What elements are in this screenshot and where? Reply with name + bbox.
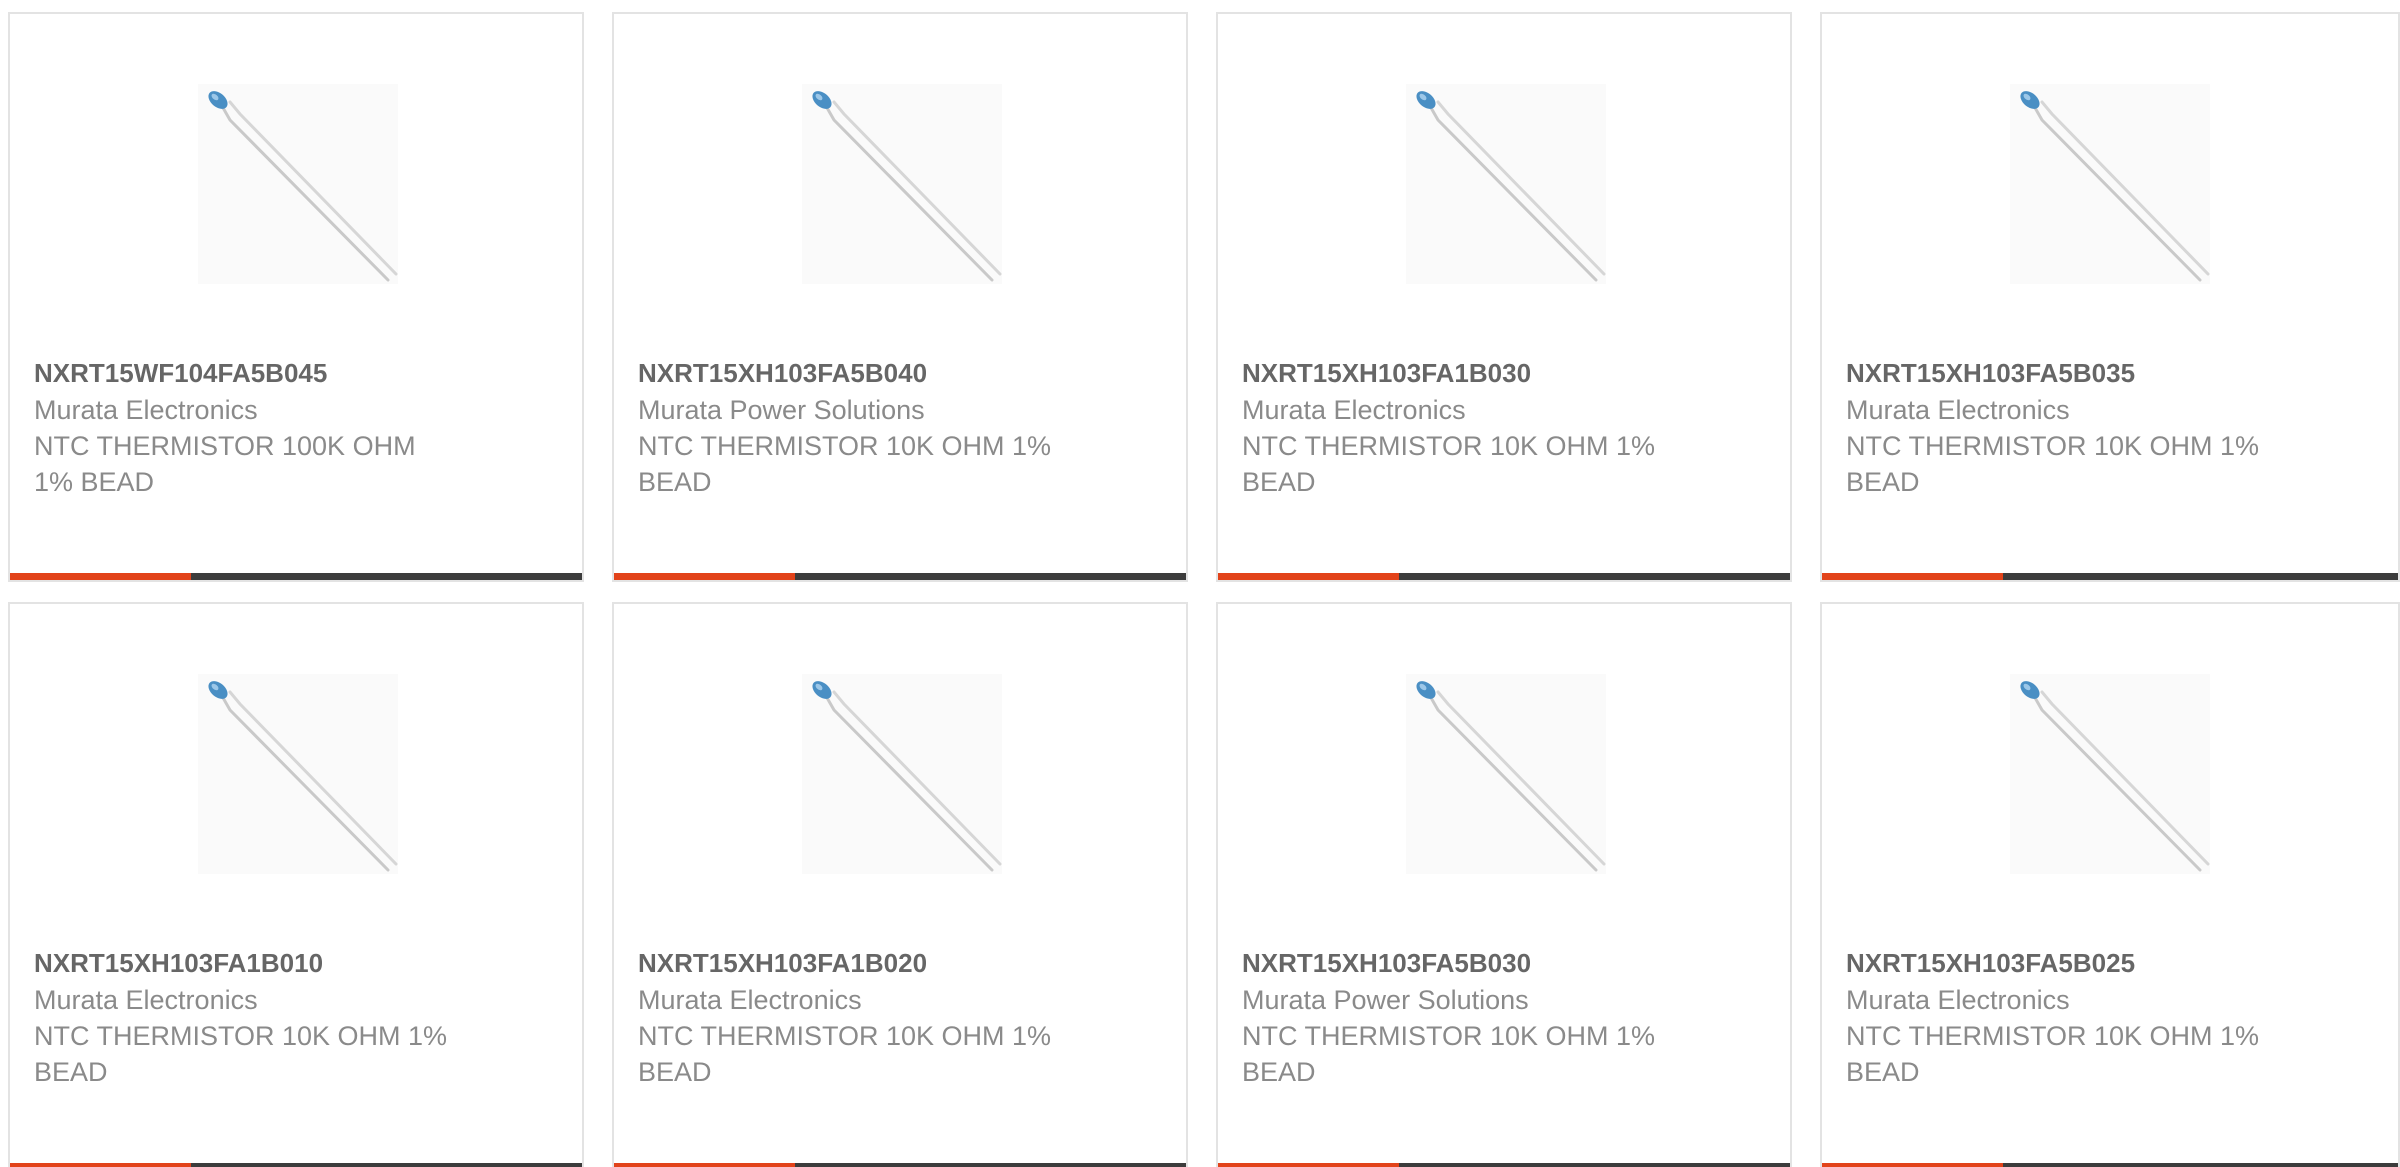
lead-wire [228, 100, 398, 276]
product-description: NTC THERMISTOR 10K OHM 1% BEAD [1846, 1021, 2260, 1087]
manufacturer-name: Murata Power Solutions [638, 395, 925, 425]
thermistor-image[interactable] [2010, 84, 2210, 284]
card-bottom-bar [614, 573, 1186, 580]
lead-wire [1436, 690, 1606, 866]
thermistor-graphic [1416, 91, 1606, 282]
product-card[interactable]: NXRT15XH103FA1B030 Murata Electronics NT… [1216, 12, 1792, 582]
thermistor-graphic [812, 681, 1002, 872]
manufacturer-name: Murata Power Solutions [1242, 985, 1529, 1015]
lead-wire [2032, 104, 2202, 282]
product-card[interactable]: NXRT15XH103FA5B035 Murata Electronics NT… [1820, 12, 2400, 582]
manufacturer-name: Murata Electronics [34, 985, 258, 1015]
product-info: NXRT15XH103FA5B035 Murata Electronics NT… [1846, 354, 2378, 500]
product-info: NXRT15XH103FA1B010 Murata Electronics NT… [34, 944, 562, 1090]
thermistor-graphic [812, 91, 1002, 282]
product-description: NTC THERMISTOR 10K OHM 1% BEAD [1846, 431, 2260, 497]
product-grid: NXRT15WF104FA5B045 Murata Electronics NT… [0, 0, 2400, 1167]
product-card[interactable]: NXRT15WF104FA5B045 Murata Electronics NT… [8, 12, 584, 582]
part-number[interactable]: NXRT15WF104FA5B045 [34, 354, 562, 392]
product-description: NTC THERMISTOR 10K OHM 1% BEAD [1242, 1021, 1656, 1087]
card-accent-bar [1218, 573, 1399, 580]
card-accent-bar [10, 573, 191, 580]
thermistor-bead [812, 91, 832, 109]
thermistor-bead [2020, 91, 2040, 109]
thermistor-bead [1416, 91, 1436, 109]
card-accent-bar [1822, 1163, 2003, 1167]
lead-wire [824, 694, 994, 872]
product-card[interactable]: NXRT15XH103FA1B020 Murata Electronics NT… [612, 602, 1188, 1167]
thermistor-graphic [2020, 681, 2210, 872]
lead-wire [2040, 690, 2210, 866]
product-info: NXRT15XH103FA5B030 Murata Power Solution… [1242, 944, 1770, 1090]
card-bottom-bar [10, 573, 582, 580]
part-number[interactable]: NXRT15XH103FA5B040 [638, 354, 1166, 392]
part-number[interactable]: NXRT15XH103FA5B025 [1846, 944, 2378, 982]
thermistor-bead [1416, 681, 1436, 699]
card-accent-bar [614, 573, 795, 580]
thermistor-image[interactable] [198, 674, 398, 874]
product-card[interactable]: NXRT15XH103FA1B010 Murata Electronics NT… [8, 602, 584, 1167]
lead-wire [2032, 694, 2202, 872]
lead-wire [832, 690, 1002, 866]
thermistor-image[interactable] [1406, 674, 1606, 874]
thermistor-bead [812, 681, 832, 699]
card-bottom-bar [1218, 1163, 1790, 1167]
thermistor-bead [208, 681, 228, 699]
part-number[interactable]: NXRT15XH103FA1B020 [638, 944, 1166, 982]
card-accent-bar [614, 1163, 795, 1167]
lead-wire [228, 690, 398, 866]
thermistor-graphic [208, 91, 398, 282]
card-bottom-bar [1218, 573, 1790, 580]
card-accent-bar [1218, 1163, 1399, 1167]
lead-wire [1428, 104, 1598, 282]
manufacturer-name: Murata Electronics [34, 395, 258, 425]
manufacturer-name: Murata Electronics [1242, 395, 1466, 425]
thermistor-image[interactable] [1406, 84, 1606, 284]
thermistor-graphic [208, 681, 398, 872]
manufacturer-name: Murata Electronics [1846, 985, 2070, 1015]
part-number[interactable]: NXRT15XH103FA5B035 [1846, 354, 2378, 392]
lead-wire [220, 104, 390, 282]
thermistor-bead [2020, 681, 2040, 699]
thermistor-image[interactable] [2010, 674, 2210, 874]
card-bottom-bar [614, 1163, 1186, 1167]
product-description: NTC THERMISTOR 10K OHM 1% BEAD [638, 1021, 1052, 1087]
manufacturer-name: Murata Electronics [638, 985, 862, 1015]
manufacturer-name: Murata Electronics [1846, 395, 2070, 425]
card-bottom-bar [10, 1163, 582, 1167]
card-accent-bar [10, 1163, 191, 1167]
card-accent-bar [1822, 573, 2003, 580]
thermistor-graphic [2020, 91, 2210, 282]
thermistor-graphic [1416, 681, 1606, 872]
part-number[interactable]: NXRT15XH103FA5B030 [1242, 944, 1770, 982]
product-info: NXRT15XH103FA1B030 Murata Electronics NT… [1242, 354, 1770, 500]
lead-wire [832, 100, 1002, 276]
product-info: NXRT15WF104FA5B045 Murata Electronics NT… [34, 354, 562, 500]
product-description: NTC THERMISTOR 100K OHM 1% BEAD [34, 431, 416, 497]
lead-wire [2040, 100, 2210, 276]
product-card[interactable]: NXRT15XH103FA5B030 Murata Power Solution… [1216, 602, 1792, 1167]
product-description: NTC THERMISTOR 10K OHM 1% BEAD [638, 431, 1052, 497]
card-bottom-bar [1822, 573, 2398, 580]
thermistor-image[interactable] [802, 674, 1002, 874]
card-bottom-bar [1822, 1163, 2398, 1167]
lead-wire [220, 694, 390, 872]
lead-wire [824, 104, 994, 282]
product-card[interactable]: NXRT15XH103FA5B040 Murata Power Solution… [612, 12, 1188, 582]
product-info: NXRT15XH103FA5B040 Murata Power Solution… [638, 354, 1166, 500]
part-number[interactable]: NXRT15XH103FA1B010 [34, 944, 562, 982]
thermistor-image[interactable] [198, 84, 398, 284]
thermistor-bead [208, 91, 228, 109]
product-description: NTC THERMISTOR 10K OHM 1% BEAD [34, 1021, 448, 1087]
product-info: NXRT15XH103FA5B025 Murata Electronics NT… [1846, 944, 2378, 1090]
thermistor-image[interactable] [802, 84, 1002, 284]
product-description: NTC THERMISTOR 10K OHM 1% BEAD [1242, 431, 1656, 497]
part-number[interactable]: NXRT15XH103FA1B030 [1242, 354, 1770, 392]
lead-wire [1428, 694, 1598, 872]
product-info: NXRT15XH103FA1B020 Murata Electronics NT… [638, 944, 1166, 1090]
lead-wire [1436, 100, 1606, 276]
product-card[interactable]: NXRT15XH103FA5B025 Murata Electronics NT… [1820, 602, 2400, 1167]
